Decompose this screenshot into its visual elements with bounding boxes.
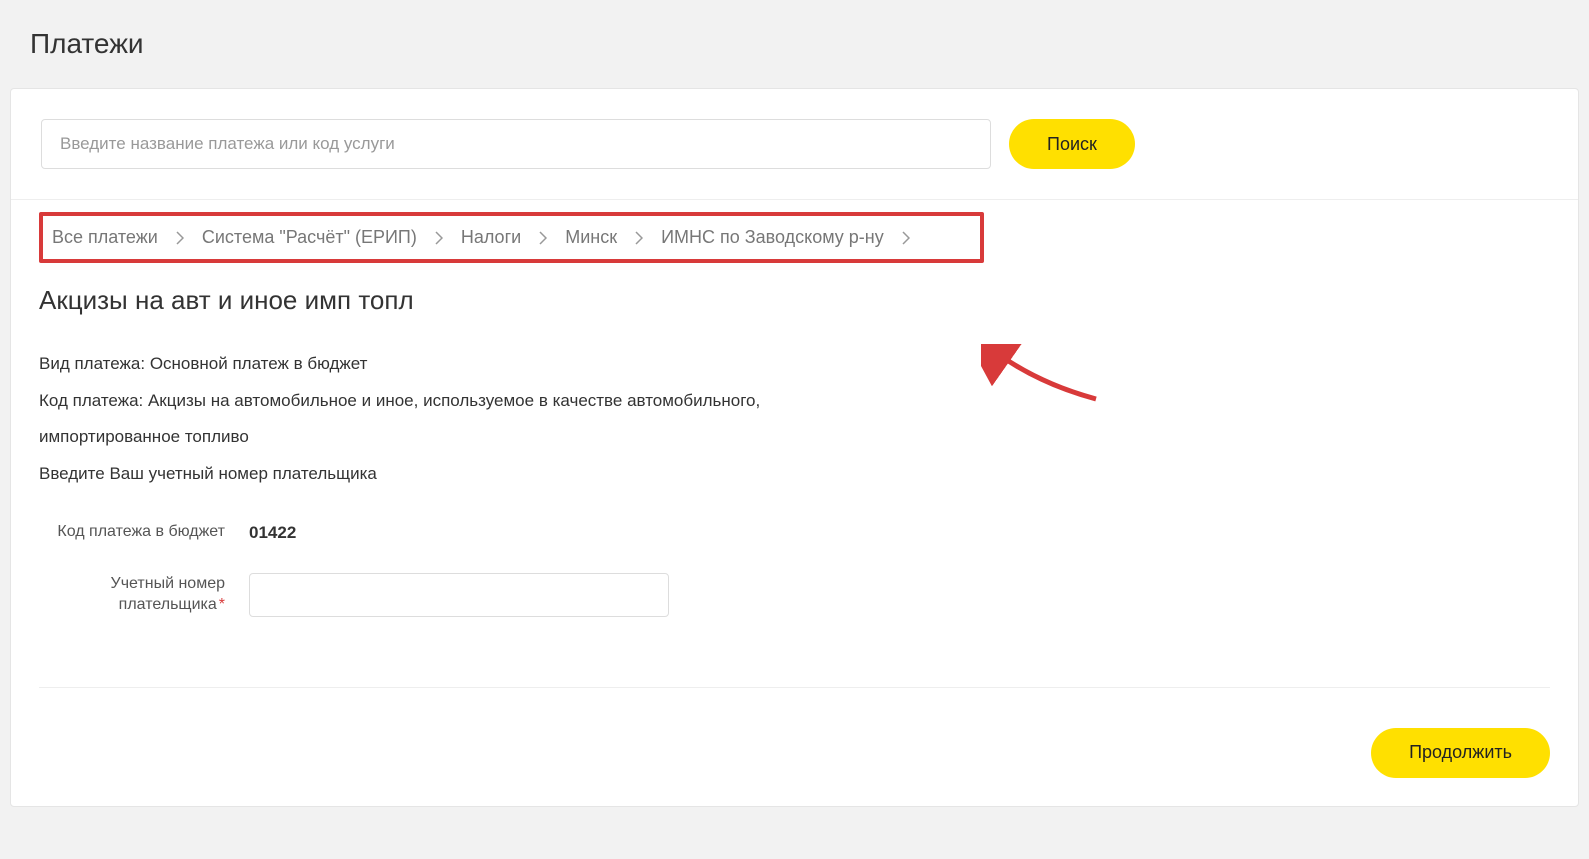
- breadcrumb-item-all[interactable]: Все платежи: [48, 225, 162, 250]
- required-asterisk-icon: *: [219, 596, 225, 613]
- info-line: Вид платежа: Основной платеж в бюджет: [39, 346, 1578, 383]
- form-row-payer: Учетный номер плательщика*: [39, 573, 1550, 617]
- breadcrumb-item-minsk[interactable]: Минск: [561, 225, 621, 250]
- payer-label: Учетный номер плательщика*: [39, 574, 249, 616]
- chevron-right-icon: [435, 231, 443, 245]
- continue-button[interactable]: Продолжить: [1371, 728, 1550, 778]
- chevron-right-icon: [539, 231, 547, 245]
- breadcrumb: Все платежи Система "Расчёт" (ЕРИП) Нало…: [39, 212, 984, 263]
- payer-number-input[interactable]: [249, 573, 669, 617]
- payer-label-text: Учетный номер плательщика: [111, 575, 225, 613]
- breadcrumb-item-erip[interactable]: Система "Расчёт" (ЕРИП): [198, 225, 421, 250]
- info-line: Введите Ваш учетный номер плательщика: [39, 456, 1578, 493]
- chevron-right-icon: [902, 231, 910, 245]
- code-label: Код платежа в бюджет: [39, 522, 249, 543]
- footer-row: Продолжить: [11, 728, 1578, 806]
- breadcrumb-item-taxes[interactable]: Налоги: [457, 225, 525, 250]
- page-title: Платежи: [30, 28, 1579, 60]
- chevron-right-icon: [635, 231, 643, 245]
- breadcrumb-item-imns[interactable]: ИМНС по Заводскому р-ну: [657, 225, 888, 250]
- search-button[interactable]: Поиск: [1009, 119, 1135, 169]
- search-input[interactable]: [41, 119, 991, 169]
- chevron-right-icon: [176, 231, 184, 245]
- form-row-code: Код платежа в бюджет 01422: [39, 522, 1550, 543]
- info-block: Вид платежа: Основной платеж в бюджет Ко…: [39, 346, 1578, 492]
- search-row: Поиск: [11, 89, 1578, 200]
- info-line: Код платежа: Акцизы на автомобильное и и…: [39, 383, 1578, 420]
- code-value: 01422: [249, 523, 296, 543]
- form-area: Код платежа в бюджет 01422 Учетный номер…: [39, 522, 1550, 688]
- main-card: Поиск Все платежи Система "Расчёт" (ЕРИП…: [10, 88, 1579, 807]
- info-line: импортированное топливо: [39, 419, 1578, 456]
- content-title: Акцизы на авт и иное имп топл: [39, 285, 1578, 316]
